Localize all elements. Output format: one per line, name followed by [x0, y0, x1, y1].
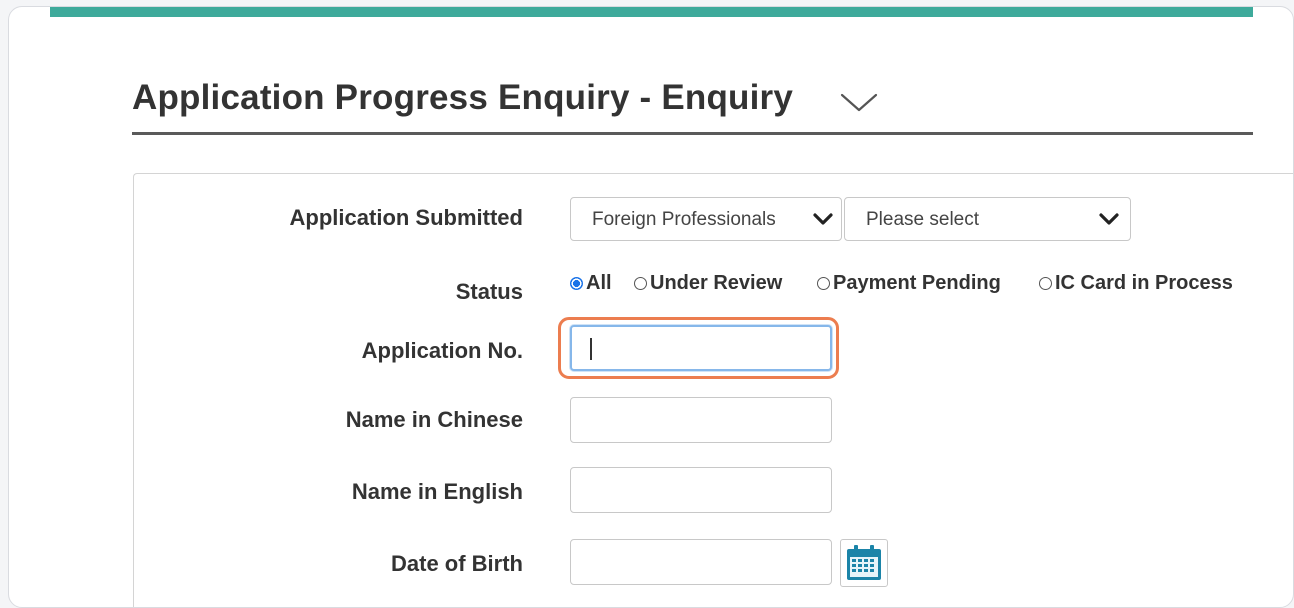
name-in-chinese-input[interactable]	[570, 397, 832, 443]
application-category-select-value: Foreign Professionals	[592, 209, 776, 230]
radio-unchecked-icon[interactable]	[634, 277, 647, 290]
application-category-select[interactable]: Foreign Professionals	[570, 197, 842, 241]
date-of-birth-label: Date of Birth	[391, 551, 523, 576]
application-no-input[interactable]	[570, 325, 832, 371]
chevron-down-icon	[1099, 213, 1119, 225]
status-label: Status	[455, 279, 523, 304]
title-divider	[132, 132, 1253, 135]
chevron-down-icon[interactable]	[839, 91, 879, 113]
application-no-label: Application No.	[361, 338, 523, 363]
date-picker-button[interactable]	[840, 539, 888, 587]
text-caret	[590, 338, 592, 360]
status-radio-under-review-label: Under Review	[650, 272, 783, 294]
name-in-english-input[interactable]	[570, 467, 832, 513]
calendar-icon	[847, 545, 881, 580]
status-radio-payment-pending-label: Payment Pending	[833, 272, 1001, 294]
status-radio-ic-card-in-process-label: IC Card in Process	[1055, 272, 1233, 294]
application-type-select-value: Please select	[866, 209, 980, 230]
radio-unchecked-icon[interactable]	[817, 277, 830, 290]
accent-top-bar	[50, 7, 1253, 17]
status-radio-all-label: All	[586, 272, 612, 294]
name-in-english-label: Name in English	[351, 479, 523, 504]
radio-checked-icon[interactable]	[570, 277, 583, 290]
application-submitted-label: Application Submitted	[289, 205, 523, 230]
main-card: Application Progress Enquiry - Enquiry A…	[8, 6, 1294, 608]
application-type-select[interactable]: Please select	[844, 197, 1131, 241]
page-title: Application Progress Enquiry - Enquiry	[132, 78, 794, 117]
name-in-chinese-label: Name in Chinese	[345, 407, 523, 432]
radio-unchecked-icon[interactable]	[1039, 277, 1052, 290]
date-of-birth-input[interactable]	[570, 539, 832, 585]
chevron-down-icon	[813, 213, 833, 225]
